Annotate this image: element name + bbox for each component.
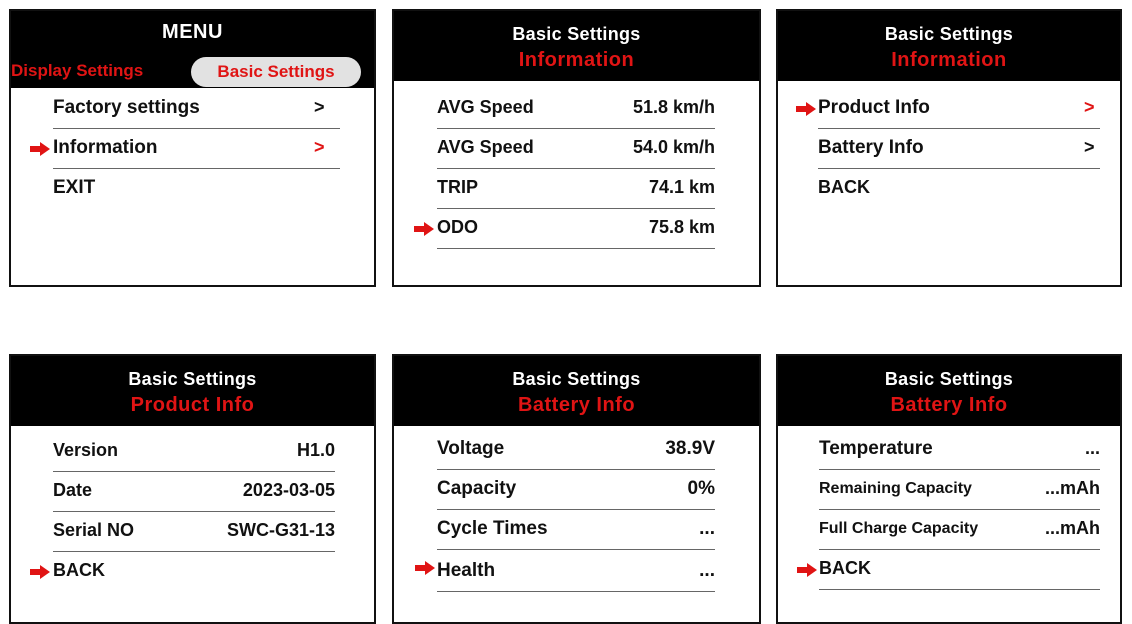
battery-row: Full Charge Capacity ...mAh — [778, 510, 1120, 550]
selection-arrow-icon — [30, 142, 50, 156]
info-row: TRIP 74.1 km — [394, 169, 759, 209]
selection-arrow-icon — [797, 563, 817, 577]
row-value: 75.8 km — [648, 217, 715, 237]
battery-row: Capacity 0% — [394, 470, 759, 510]
row-label: Serial NO — [53, 520, 135, 540]
battery-row: Voltage 38.9V — [394, 430, 759, 470]
row-label: Temperature — [819, 438, 933, 459]
row-label: AVG Speed — [437, 137, 534, 157]
selection-arrow-icon — [414, 222, 434, 236]
row-label: Capacity — [437, 478, 517, 499]
row-value: 74.1 km — [648, 177, 715, 197]
row-label: TRIP — [437, 177, 479, 197]
row-label: Cycle Times — [437, 518, 548, 539]
panel-title: Basic Settings — [884, 369, 1014, 389]
row-value: ...mAh — [1044, 518, 1100, 538]
panel-header: Basic Settings Information — [394, 11, 759, 81]
menu-item-back[interactable]: BACK — [11, 552, 374, 592]
row-value: ... — [1084, 438, 1100, 458]
menu-item-label: Product Info — [818, 97, 930, 118]
chevron-right-icon: > — [1084, 137, 1095, 157]
row-value: 38.9V — [665, 438, 715, 459]
panel-header: Basic Settings Battery Info — [778, 356, 1120, 426]
chevron-right-icon: > — [314, 97, 325, 117]
menu-item-information[interactable]: Information > — [11, 129, 374, 169]
menu-item-back[interactable]: BACK — [778, 550, 1120, 590]
row-label: Voltage — [437, 438, 505, 459]
panel-title: Basic Settings — [512, 24, 641, 44]
menu-item-label: Factory settings — [53, 97, 200, 118]
chevron-right-icon: > — [314, 137, 325, 157]
panel-title: Basic Settings — [512, 369, 641, 389]
selection-arrow-icon — [415, 561, 435, 575]
menu-item-label: Information — [53, 137, 158, 158]
product-row: Version H1.0 — [11, 432, 374, 472]
row-label: Version — [53, 440, 119, 460]
panel-header: Basic Settings Information — [778, 11, 1120, 81]
row-value: ...mAh — [1044, 478, 1100, 498]
selection-arrow-icon — [30, 565, 50, 579]
battery-info-panel-2: Basic Settings Battery Info Temperature … — [776, 354, 1122, 624]
row-label: Remaining Capacity — [819, 480, 972, 497]
menu-item-label: BACK — [819, 558, 871, 578]
info-menu-panel: Basic Settings Information Product Info … — [776, 9, 1122, 287]
panel-subtitle: Battery Info — [517, 394, 636, 416]
panel-subtitle: Battery Info — [890, 394, 1008, 416]
row-value: SWC-G31-13 — [226, 520, 335, 540]
menu-item-exit[interactable]: EXIT — [11, 169, 374, 209]
menu-item-label: BACK — [818, 177, 870, 197]
row-value: ... — [699, 560, 715, 581]
product-row: Serial NO SWC-G31-13 — [11, 512, 374, 552]
panel-subtitle: Product Info — [130, 394, 255, 416]
battery-row: Remaining Capacity ...mAh — [778, 470, 1120, 510]
product-info-panel: Basic Settings Product Info Version H1.0… — [9, 354, 376, 624]
battery-row: Temperature ... — [778, 430, 1120, 470]
menu-panel: MENU Display Settings Basic Settings Fac… — [9, 9, 376, 287]
battery-row-selected[interactable]: Health ... — [394, 552, 759, 592]
menu-item-product-info[interactable]: Product Info > — [778, 89, 1120, 129]
row-label: AVG Speed — [437, 97, 534, 117]
battery-info-panel-1: Basic Settings Battery Info Voltage 38.9… — [392, 354, 761, 624]
row-value: 54.0 km/h — [632, 137, 715, 157]
menu-title: MENU — [162, 21, 223, 43]
information-panel: Basic Settings Information AVG Speed 51.… — [392, 9, 761, 287]
battery-row: Cycle Times ... — [394, 510, 759, 550]
panel-title: Basic Settings — [884, 24, 1014, 44]
panel-header: Basic Settings Battery Info — [394, 356, 759, 426]
tab-display-settings[interactable]: Display Settings — [11, 61, 143, 81]
selection-arrow-icon — [796, 102, 816, 116]
menu-item-label: Battery Info — [818, 137, 924, 158]
row-divider — [819, 589, 1100, 590]
row-label: Health — [437, 560, 496, 581]
menu-item-label: EXIT — [53, 177, 96, 198]
menu-header: MENU Display Settings Basic Settings — [11, 11, 374, 88]
row-label: Date — [53, 480, 93, 500]
menu-item-label: BACK — [53, 560, 105, 580]
row-divider — [437, 248, 715, 249]
info-row: AVG Speed 51.8 km/h — [394, 89, 759, 129]
row-value: H1.0 — [296, 440, 335, 460]
menu-item-factory-settings[interactable]: Factory settings > — [11, 89, 374, 129]
row-label: Full Charge Capacity — [819, 520, 979, 537]
row-value: ... — [699, 518, 715, 539]
row-divider — [437, 591, 715, 592]
row-value: 2023-03-05 — [242, 480, 335, 500]
panel-subtitle: Information — [518, 49, 635, 71]
row-value: 51.8 km/h — [632, 97, 715, 117]
row-value: 0% — [687, 478, 715, 499]
chevron-right-icon: > — [1084, 97, 1095, 117]
row-label: ODO — [437, 217, 479, 237]
product-row: Date 2023-03-05 — [11, 472, 374, 512]
menu-item-battery-info[interactable]: Battery Info > — [778, 129, 1120, 169]
menu-item-back[interactable]: BACK — [778, 169, 1120, 209]
tab-basic-settings[interactable]: Basic Settings — [191, 57, 361, 87]
row-divider — [437, 549, 715, 550]
panel-subtitle: Information — [891, 49, 1007, 71]
info-row-selected[interactable]: ODO 75.8 km — [394, 209, 759, 249]
panel-header: Basic Settings Product Info — [11, 356, 374, 426]
info-row: AVG Speed 54.0 km/h — [394, 129, 759, 169]
panel-title: Basic Settings — [128, 369, 257, 389]
